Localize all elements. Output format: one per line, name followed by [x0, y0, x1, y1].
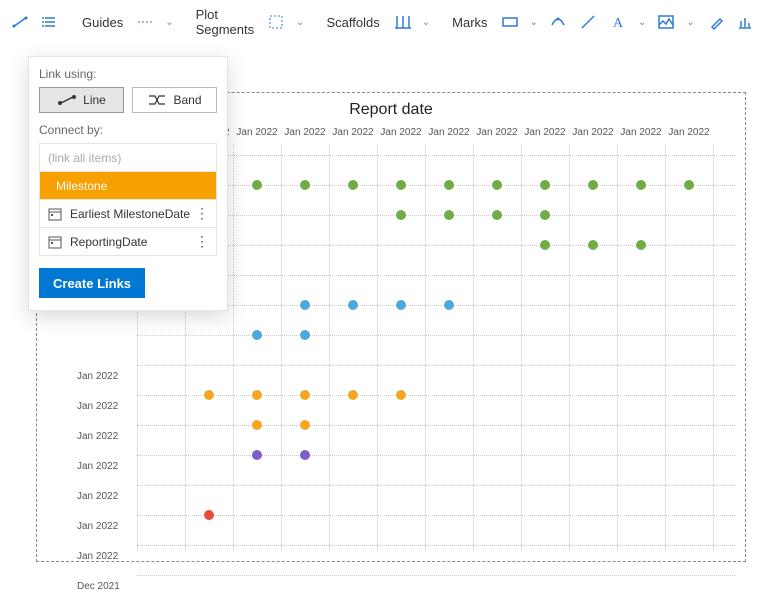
svg-text:A: A — [613, 16, 624, 31]
data-point[interactable] — [252, 330, 262, 340]
toolbar-guides-label: Guides — [80, 15, 129, 30]
data-point[interactable] — [300, 450, 310, 460]
more-icon[interactable]: ⋮ — [195, 233, 208, 250]
data-point[interactable] — [300, 390, 310, 400]
link-panel: Link using: Line Band Connect by: (link … — [28, 56, 228, 311]
y-tick-label: Jan 2022 — [77, 391, 129, 421]
data-point[interactable] — [540, 210, 550, 220]
data-point[interactable] — [204, 390, 214, 400]
data-point[interactable] — [300, 330, 310, 340]
plot-segment-icon[interactable] — [262, 8, 290, 36]
data-point[interactable] — [348, 390, 358, 400]
x-tick-label: Jan 2022 — [473, 127, 521, 138]
calendar-icon — [48, 207, 62, 221]
mark-image-icon[interactable] — [652, 8, 680, 36]
data-point[interactable] — [492, 210, 502, 220]
data-point[interactable] — [300, 420, 310, 430]
x-tick-label: Jan 2022 — [617, 127, 665, 138]
chevron-down-icon[interactable]: ⌄ — [634, 17, 650, 28]
data-point[interactable] — [396, 300, 406, 310]
y-tick-label: Jan 2022 — [77, 481, 129, 511]
data-point[interactable] — [684, 180, 694, 190]
data-point[interactable] — [396, 210, 406, 220]
chart-icon[interactable] — [731, 8, 759, 36]
data-point[interactable] — [348, 180, 358, 190]
data-point[interactable] — [492, 180, 502, 190]
x-tick-label: Jan 2022 — [233, 127, 281, 138]
x-tick-label: Jan 2022 — [569, 127, 617, 138]
data-point[interactable] — [444, 300, 454, 310]
mark-symbol-icon[interactable] — [544, 8, 572, 36]
data-point[interactable] — [252, 420, 262, 430]
y-tick-label: Jan 2022 — [77, 361, 129, 391]
mark-rect-icon[interactable] — [496, 8, 524, 36]
eraser-icon[interactable] — [701, 8, 729, 36]
data-point[interactable] — [636, 240, 646, 250]
data-point[interactable] — [396, 180, 406, 190]
data-point[interactable] — [540, 240, 550, 250]
connect-by-list: (link all items) Milestone Earliest Mile… — [39, 143, 217, 256]
scaffold-icon[interactable] — [388, 8, 416, 36]
guides-horizontal-icon[interactable] — [131, 8, 159, 36]
link-mode-band-button[interactable]: Band — [132, 87, 217, 113]
x-tick-label: Jan 2022 — [329, 127, 377, 138]
toolbar-plotsegments-label: Plot Segments — [194, 7, 261, 37]
data-point[interactable] — [588, 240, 598, 250]
list-tool-icon[interactable] — [36, 8, 64, 36]
connect-by-linkall[interactable]: (link all items) — [40, 144, 216, 172]
data-point[interactable] — [636, 180, 646, 190]
data-point[interactable] — [252, 390, 262, 400]
data-point[interactable] — [300, 300, 310, 310]
data-point[interactable] — [444, 210, 454, 220]
link-mode-line-button[interactable]: Line — [39, 87, 124, 113]
y-tick-label: Jan 2022 — [77, 451, 129, 481]
data-point[interactable] — [300, 180, 310, 190]
x-tick-label: Jan 2022 — [377, 127, 425, 138]
data-point[interactable] — [588, 180, 598, 190]
chevron-down-icon[interactable]: ⌄ — [526, 17, 542, 28]
connect-by-earliest-milestonedate[interactable]: Earliest MilestoneDate ⋮ — [40, 200, 216, 228]
x-tick-label: Jan 2022 — [425, 127, 473, 138]
y-tick-label: Jan 2022 — [77, 541, 129, 571]
link-using-label: Link using: — [39, 67, 217, 81]
connect-by-label: Connect by: — [39, 123, 217, 137]
connect-by-milestone[interactable]: Milestone — [40, 172, 216, 200]
chevron-down-icon[interactable]: ⌄ — [292, 17, 308, 28]
x-tick-label: Jan 2022 — [521, 127, 569, 138]
y-tick-label: Jan 2022 — [77, 511, 129, 541]
data-point[interactable] — [204, 510, 214, 520]
calendar-icon — [48, 235, 62, 249]
data-point[interactable] — [396, 390, 406, 400]
data-point[interactable] — [348, 300, 358, 310]
line-tool-icon[interactable] — [6, 8, 34, 36]
create-links-button[interactable]: Create Links — [39, 268, 145, 298]
more-icon[interactable]: ⋮ — [195, 205, 208, 222]
mark-text-icon[interactable]: A — [604, 8, 632, 36]
data-point[interactable] — [540, 180, 550, 190]
y-tick-label: Dec 2021 — [77, 571, 129, 601]
y-tick-label: Jan 2022 — [77, 421, 129, 451]
toolbar: Guides ⌄ Plot Segments ⌄ Scaffolds ⌄ Mar… — [0, 0, 768, 44]
y-tick-label — [77, 331, 129, 361]
x-tick-label: Jan 2022 — [665, 127, 713, 138]
toolbar-scaffolds-label: Scaffolds — [325, 15, 386, 30]
connect-by-reportingdate[interactable]: ReportingDate ⋮ — [40, 228, 216, 256]
data-point[interactable] — [252, 450, 262, 460]
chevron-down-icon[interactable]: ⌄ — [682, 17, 698, 28]
toolbar-marks-label: Marks — [450, 15, 493, 30]
x-tick-label: Jan 2022 — [281, 127, 329, 138]
chevron-down-icon[interactable]: ⌄ — [161, 17, 177, 28]
mark-line-icon[interactable] — [574, 8, 602, 36]
data-point[interactable] — [444, 180, 454, 190]
chevron-down-icon[interactable]: ⌄ — [418, 17, 434, 28]
data-point[interactable] — [252, 180, 262, 190]
